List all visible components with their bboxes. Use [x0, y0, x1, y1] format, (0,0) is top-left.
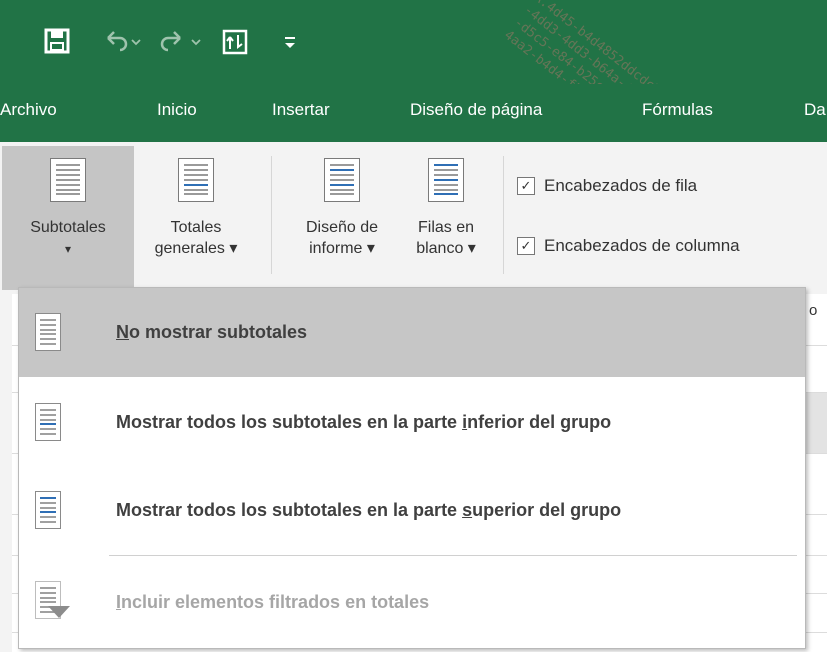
filas-en-blanco-button[interactable]: Filas en blanco ▾ [400, 146, 492, 290]
diseno-de-informe-icon [324, 158, 360, 202]
checkmark-icon: ✓ [517, 237, 535, 255]
encabezados-de-columna-checkbox[interactable]: ✓ Encabezados de columna [517, 236, 740, 256]
menu-item-label: Mostrar todos los subtotales en la parte… [116, 499, 622, 520]
peek-text: o [809, 302, 818, 319]
totales-generales-icon [178, 158, 214, 202]
touch-mode-icon[interactable] [219, 26, 251, 58]
menu-item-subtotales-inferior[interactable]: Mostrar todos los subtotales en la parte… [19, 377, 805, 467]
ribbon-separator [271, 156, 272, 274]
subtotals-bottom-icon [35, 403, 61, 441]
encabezados-de-fila-label: Encabezados de fila [544, 176, 698, 195]
tab-datos[interactable]: Da [804, 100, 826, 120]
menu-item-incluir-filtrados[interactable]: Incluir elementos filtrados en totales [19, 556, 805, 648]
menu-item-label: No mostrar subtotales [116, 322, 308, 342]
totales-generales-button[interactable]: Totales generales ▾ [134, 146, 258, 290]
tab-archivo[interactable]: Archivo [0, 100, 57, 120]
encabezados-de-fila-checkbox[interactable]: ✓ Encabezados de fila [517, 176, 697, 196]
totales-generales-label: Totales [170, 219, 222, 236]
subtotales-icon [50, 158, 86, 202]
filas-en-blanco-icon [428, 158, 464, 202]
filas-en-blanco-label-2: blanco ▾ [416, 240, 476, 257]
diseno-de-informe-label-2: informe ▾ [309, 240, 375, 257]
subtotales-dropdown-arrow: ▾ [64, 242, 72, 256]
undo-icon[interactable] [102, 26, 142, 56]
subtotales-dropdown-menu: No mostrar subtotales Mostrar todos los … [18, 287, 806, 649]
filas-en-blanco-label: Filas en [417, 219, 475, 236]
tab-inicio[interactable]: Inicio [157, 100, 197, 120]
totales-generales-label-2: generales ▾ [154, 240, 238, 257]
tab-diseno-de-pagina[interactable]: Diseño de página [410, 100, 542, 120]
menu-item-label: Incluir elementos filtrados en totales [116, 591, 430, 612]
save-icon[interactable] [40, 24, 74, 58]
redo-icon[interactable] [158, 26, 204, 56]
menu-item-no-mostrar-subtotales[interactable]: No mostrar subtotales [19, 288, 805, 377]
encabezados-de-columna-label: Encabezados de columna [544, 236, 740, 255]
subtotales-label: Subtotales [30, 219, 106, 236]
menu-item-label: Mostrar todos los subtotales en la parte… [116, 411, 612, 432]
customize-qat-icon[interactable] [278, 28, 302, 56]
ribbon-separator [503, 156, 504, 274]
no-subtotals-icon [35, 313, 61, 351]
subtotales-button[interactable]: Subtotales ▾ [2, 146, 134, 290]
filter-funnel-icon [48, 606, 70, 618]
diseno-de-informe-label: Diseño de [305, 219, 379, 236]
subtotals-top-icon [35, 491, 61, 529]
grid-header-cell [804, 393, 827, 453]
menu-item-subtotales-superior[interactable]: Mostrar todos los subtotales en la parte… [19, 467, 805, 553]
diseno-de-informe-button[interactable]: Diseño de informe ▾ [280, 146, 404, 290]
tab-formulas[interactable]: Fórmulas [642, 100, 713, 120]
tab-insertar[interactable]: Insertar [272, 100, 330, 120]
checkmark-icon: ✓ [517, 177, 535, 195]
